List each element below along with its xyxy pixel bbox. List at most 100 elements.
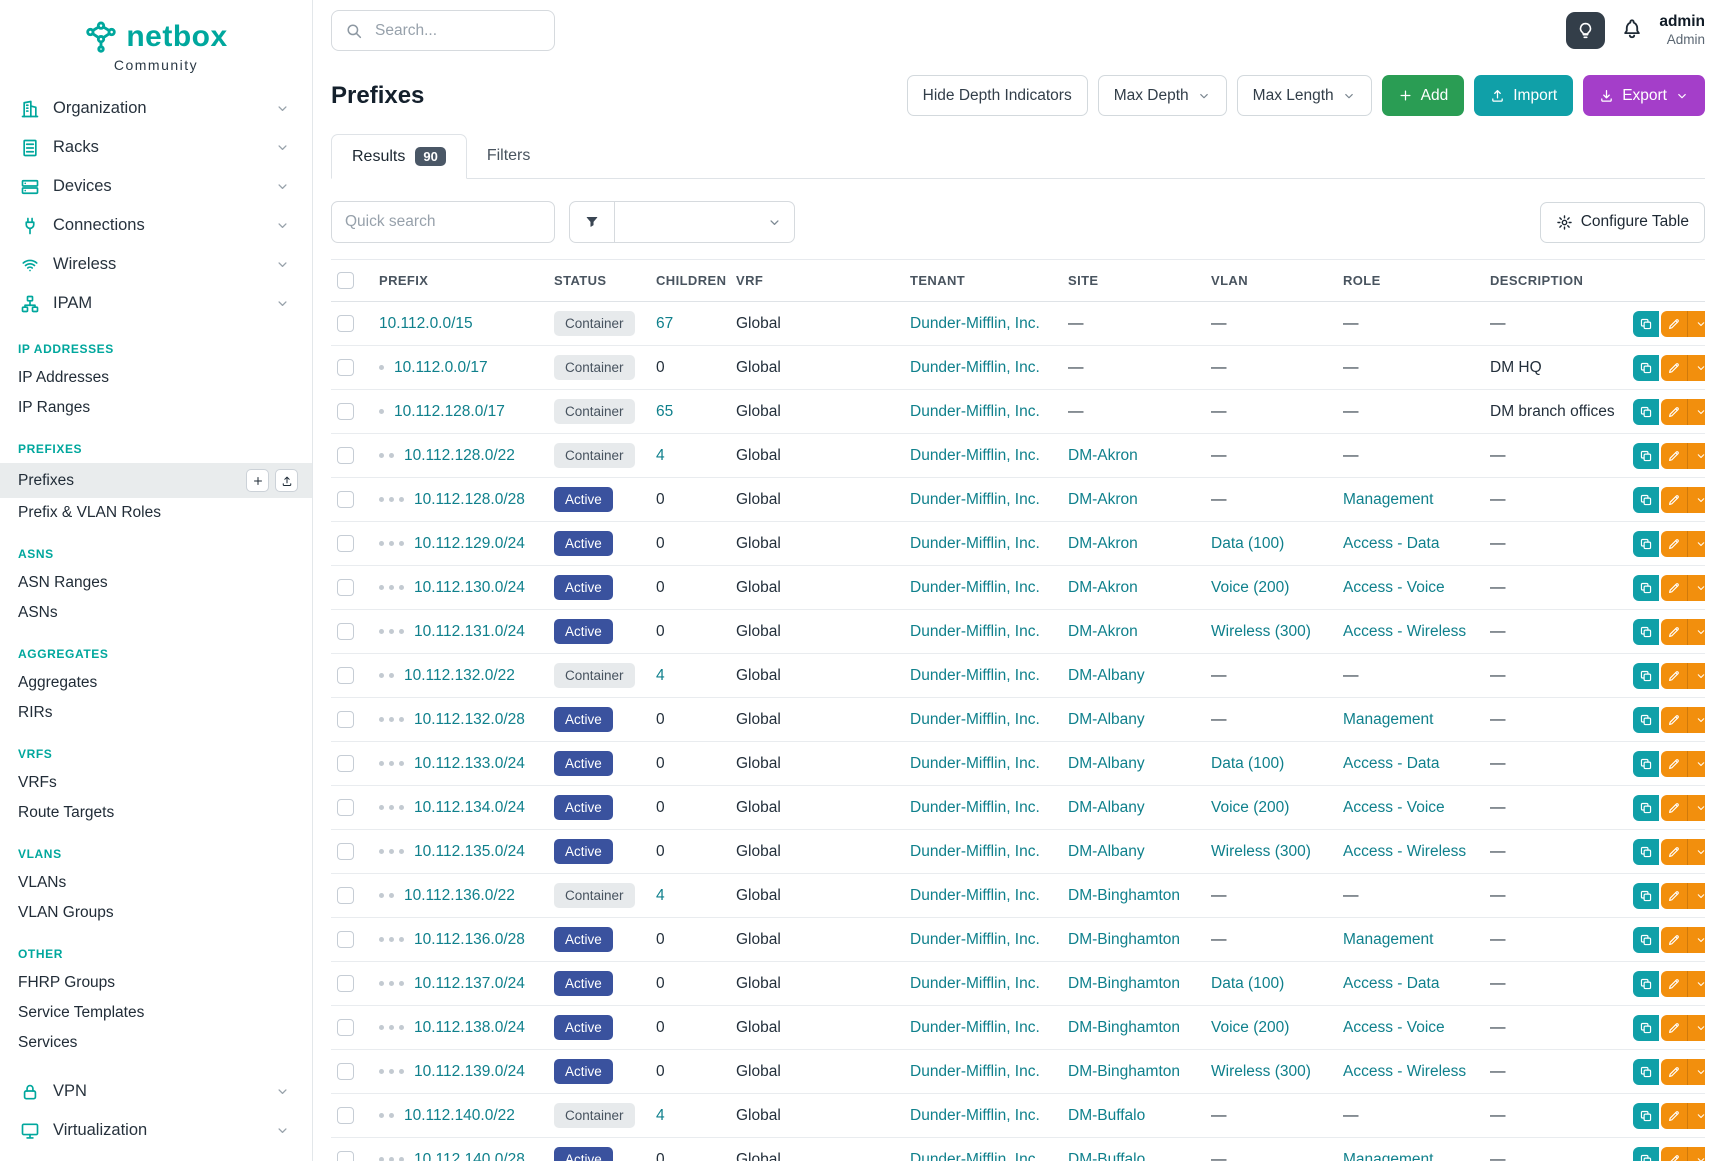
tenant-link[interactable]: Dunder-Mifflin, Inc.: [910, 403, 1040, 420]
tenant-link[interactable]: Dunder-Mifflin, Inc.: [910, 1063, 1040, 1080]
role-link[interactable]: Management: [1343, 931, 1433, 948]
row-checkbox[interactable]: [337, 1063, 354, 1080]
prefix-link[interactable]: 10.112.136.0/28: [414, 931, 525, 948]
copy-prefix-button[interactable]: [1633, 971, 1659, 997]
copy-prefix-button[interactable]: [1633, 839, 1659, 865]
edit-prefix-button[interactable]: [1661, 487, 1687, 513]
copy-prefix-button[interactable]: [1633, 1059, 1659, 1085]
edit-prefix-button[interactable]: [1661, 355, 1687, 381]
edit-prefix-button[interactable]: [1661, 531, 1687, 557]
hide-depth-indicators-button[interactable]: Hide Depth Indicators: [907, 75, 1088, 116]
column-header-prefix[interactable]: PREFIX: [369, 260, 544, 302]
copy-prefix-button[interactable]: [1633, 311, 1659, 337]
export-dropdown-button[interactable]: Export: [1583, 75, 1705, 116]
children-count-link[interactable]: 4: [656, 667, 665, 684]
column-header-tenant[interactable]: TENANT: [900, 260, 1058, 302]
role-link[interactable]: Access - Voice: [1343, 579, 1445, 596]
tenant-link[interactable]: Dunder-Mifflin, Inc.: [910, 799, 1040, 816]
tenant-link[interactable]: Dunder-Mifflin, Inc.: [910, 623, 1040, 640]
row-checkbox[interactable]: [337, 403, 354, 420]
prefix-link[interactable]: 10.112.138.0/24: [414, 1019, 525, 1036]
site-link[interactable]: DM-Binghamton: [1068, 931, 1180, 948]
row-checkbox[interactable]: [337, 799, 354, 816]
edit-prefix-button[interactable]: [1661, 443, 1687, 469]
sidebar-item-service-templates[interactable]: Service Templates: [0, 998, 312, 1028]
sidebar-group-devices[interactable]: Devices: [0, 167, 312, 206]
vlan-link[interactable]: Voice (200): [1211, 799, 1289, 816]
sidebar-group-ipam[interactable]: IPAM: [0, 284, 312, 323]
copy-prefix-button[interactable]: [1633, 355, 1659, 381]
edit-dropdown-button[interactable]: [1687, 707, 1705, 733]
max-depth-dropdown[interactable]: Max Depth: [1098, 75, 1227, 116]
edit-dropdown-button[interactable]: [1687, 1059, 1705, 1085]
prefix-link[interactable]: 10.112.135.0/24: [414, 843, 525, 860]
edit-prefix-button[interactable]: [1661, 927, 1687, 953]
copy-prefix-button[interactable]: [1633, 751, 1659, 777]
edit-dropdown-button[interactable]: [1687, 795, 1705, 821]
tenant-link[interactable]: Dunder-Mifflin, Inc.: [910, 667, 1040, 684]
sidebar-item-route-targets[interactable]: Route Targets: [0, 798, 312, 828]
global-search[interactable]: [331, 10, 555, 51]
add-button[interactable]: Add: [1382, 75, 1465, 116]
site-link[interactable]: DM-Akron: [1068, 579, 1138, 596]
edit-prefix-button[interactable]: [1661, 575, 1687, 601]
role-link[interactable]: Access - Data: [1343, 755, 1439, 772]
add-prefix-button[interactable]: [246, 469, 269, 492]
edit-dropdown-button[interactable]: [1687, 575, 1705, 601]
column-header-description[interactable]: DESCRIPTION: [1480, 260, 1623, 302]
row-checkbox[interactable]: [337, 1151, 354, 1161]
prefix-link[interactable]: 10.112.128.0/28: [414, 491, 525, 508]
tenant-link[interactable]: Dunder-Mifflin, Inc.: [910, 359, 1040, 376]
site-link[interactable]: DM-Akron: [1068, 491, 1138, 508]
role-link[interactable]: Management: [1343, 711, 1433, 728]
tenant-link[interactable]: Dunder-Mifflin, Inc.: [910, 843, 1040, 860]
copy-prefix-button[interactable]: [1633, 443, 1659, 469]
edit-prefix-button[interactable]: [1661, 663, 1687, 689]
column-header-children[interactable]: CHILDREN: [646, 260, 726, 302]
copy-prefix-button[interactable]: [1633, 927, 1659, 953]
sidebar-group-wireless[interactable]: Wireless: [0, 245, 312, 284]
sidebar-item-services[interactable]: Services: [0, 1028, 312, 1058]
row-checkbox[interactable]: [337, 755, 354, 772]
prefix-link[interactable]: 10.112.0.0/15: [379, 315, 473, 332]
sidebar-group-vpn[interactable]: VPN: [0, 1072, 312, 1111]
prefix-link[interactable]: 10.112.133.0/24: [414, 755, 525, 772]
vlan-link[interactable]: Voice (200): [1211, 579, 1289, 596]
role-link[interactable]: Access - Wireless: [1343, 843, 1466, 860]
site-link[interactable]: DM-Albany: [1068, 755, 1145, 772]
sidebar-group-organization[interactable]: Organization: [0, 89, 312, 128]
sidebar-item-vlan-groups[interactable]: VLAN Groups: [0, 898, 312, 928]
edit-prefix-button[interactable]: [1661, 311, 1687, 337]
edit-dropdown-button[interactable]: [1687, 663, 1705, 689]
row-checkbox[interactable]: [337, 359, 354, 376]
copy-prefix-button[interactable]: [1633, 707, 1659, 733]
quick-search-input[interactable]: [331, 201, 555, 243]
tenant-link[interactable]: Dunder-Mifflin, Inc.: [910, 491, 1040, 508]
sidebar-item-rirs[interactable]: RIRs: [0, 698, 312, 728]
saved-filter-select[interactable]: [615, 201, 795, 243]
vlan-link[interactable]: Data (100): [1211, 755, 1284, 772]
prefix-link[interactable]: 10.112.140.0/22: [404, 1107, 515, 1124]
tenant-link[interactable]: Dunder-Mifflin, Inc.: [910, 1019, 1040, 1036]
site-link[interactable]: DM-Binghamton: [1068, 975, 1180, 992]
site-link[interactable]: DM-Binghamton: [1068, 1063, 1180, 1080]
copy-prefix-button[interactable]: [1633, 1015, 1659, 1041]
copy-prefix-button[interactable]: [1633, 575, 1659, 601]
row-checkbox[interactable]: [337, 315, 354, 332]
edit-prefix-button[interactable]: [1661, 971, 1687, 997]
edit-dropdown-button[interactable]: [1687, 927, 1705, 953]
vlan-link[interactable]: Data (100): [1211, 535, 1284, 552]
sidebar-item-ip-addresses[interactable]: IP Addresses: [0, 363, 312, 393]
site-link[interactable]: DM-Binghamton: [1068, 1019, 1180, 1036]
prefix-link[interactable]: 10.112.0.0/17: [394, 359, 488, 376]
copy-prefix-button[interactable]: [1633, 883, 1659, 909]
sidebar-item-asns[interactable]: ASNs: [0, 598, 312, 628]
role-link[interactable]: Management: [1343, 1151, 1433, 1161]
column-header-status[interactable]: STATUS: [544, 260, 646, 302]
import-prefixes-button[interactable]: [275, 469, 298, 492]
copy-prefix-button[interactable]: [1633, 795, 1659, 821]
edit-prefix-button[interactable]: [1661, 619, 1687, 645]
site-link[interactable]: DM-Albany: [1068, 711, 1145, 728]
row-checkbox[interactable]: [337, 975, 354, 992]
edit-dropdown-button[interactable]: [1687, 443, 1705, 469]
